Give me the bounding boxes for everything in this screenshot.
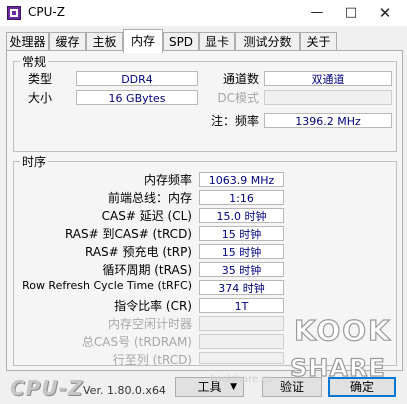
timing-label: 前端总线：内存 bbox=[107, 191, 192, 205]
timing-label: Row Refresh Cycle Time (tRFC) bbox=[22, 279, 192, 292]
timing-value: 15 时钟 bbox=[199, 226, 284, 241]
type-label: 类型 bbox=[28, 72, 53, 86]
tab-spd[interactable]: SPD bbox=[163, 32, 199, 51]
tab-bench[interactable]: 测试分数 bbox=[235, 32, 300, 51]
tab-cpu[interactable]: 处理器 bbox=[6, 32, 49, 51]
dc-mode-value bbox=[264, 90, 392, 105]
version-text: Ver. 1.80.0.x64 bbox=[83, 384, 166, 397]
note-frequency-label: 注：频率 bbox=[210, 114, 259, 128]
tab-strip: 处理器 缓存 主板 内存 SPD 显卡 测试分数 关于 bbox=[6, 29, 406, 53]
timing-value: 1:16 bbox=[199, 190, 284, 205]
dc-mode-label: DC模式 bbox=[217, 91, 259, 105]
timing-label: 行至列 (tRCD) bbox=[112, 353, 192, 367]
timing-label: 内存频率 bbox=[143, 173, 192, 187]
size-label: 大小 bbox=[28, 91, 53, 105]
timing-value: 1063.9 MHz bbox=[199, 172, 284, 187]
tab-caches[interactable]: 缓存 bbox=[49, 32, 86, 51]
timing-label: 内存空闲计时器 bbox=[107, 317, 192, 331]
timing-value: 1T bbox=[199, 298, 284, 313]
memory-tab-panel: 常规 类型 DDR4 大小 16 GBytes 通道数 双通道 DC模式 注：频… bbox=[6, 50, 403, 371]
timing-label: RAS# 预充电 (tRP) bbox=[84, 245, 192, 259]
cpu-z-logo: CPU-Z bbox=[10, 376, 84, 400]
cpu-z-app-icon bbox=[7, 6, 21, 20]
timings-group-title: 时序 bbox=[20, 153, 49, 170]
footer-bar: CPU-Z Ver. 1.80.0.x64 工具 ▼ 验证 确定 bbox=[0, 373, 407, 404]
tab-memory[interactable]: 内存 bbox=[123, 29, 163, 53]
timing-value: 15 时钟 bbox=[199, 244, 284, 259]
timing-label: 循环周期 (tRAS) bbox=[102, 263, 192, 277]
timing-value: 15.0 时钟 bbox=[199, 208, 284, 223]
close-icon[interactable]: ✕ bbox=[370, 2, 400, 24]
title-bar: CPU-Z — □ ✕ bbox=[0, 0, 407, 26]
tab-graphics[interactable]: 显卡 bbox=[199, 32, 235, 51]
timing-value bbox=[199, 352, 284, 364]
type-value: DDR4 bbox=[76, 71, 198, 86]
timing-value bbox=[199, 334, 284, 349]
window-title: CPU-Z bbox=[28, 5, 65, 19]
general-group: 常规 类型 DDR4 大小 16 GBytes 通道数 双通道 DC模式 注：频… bbox=[13, 53, 397, 152]
channels-label: 通道数 bbox=[222, 72, 259, 86]
timings-group: 时序 内存频率 1063.9 MHz 前端总线：内存 1:16 CAS# 延迟 … bbox=[13, 153, 397, 367]
watermark-url: koolshare.cn bbox=[210, 374, 274, 385]
ok-button[interactable]: 确定 bbox=[328, 377, 396, 397]
general-group-title: 常规 bbox=[20, 53, 49, 70]
timing-label: RAS# 到CAS# (tRCD) bbox=[64, 227, 192, 241]
tab-about[interactable]: 关于 bbox=[300, 32, 337, 51]
tab-mainboard[interactable]: 主板 bbox=[86, 32, 123, 51]
timing-value bbox=[199, 316, 284, 331]
size-value: 16 GBytes bbox=[76, 90, 198, 105]
note-frequency-value: 1396.2 MHz bbox=[264, 113, 392, 128]
timing-label: 总CAS号 (tRDRAM) bbox=[81, 335, 192, 349]
maximize-icon[interactable]: □ bbox=[336, 2, 366, 24]
minimize-icon[interactable]: — bbox=[302, 2, 332, 24]
window-client: 处理器 缓存 主板 内存 SPD 显卡 测试分数 关于 常规 类型 DDR4 大… bbox=[0, 26, 407, 404]
timing-value: 374 时钟 bbox=[199, 280, 284, 295]
timing-label: CAS# 延迟 (CL) bbox=[101, 209, 192, 223]
channels-value: 双通道 bbox=[264, 71, 392, 86]
timing-value: 35 时钟 bbox=[199, 262, 284, 277]
timing-label: 指令比率 (CR) bbox=[114, 299, 192, 313]
